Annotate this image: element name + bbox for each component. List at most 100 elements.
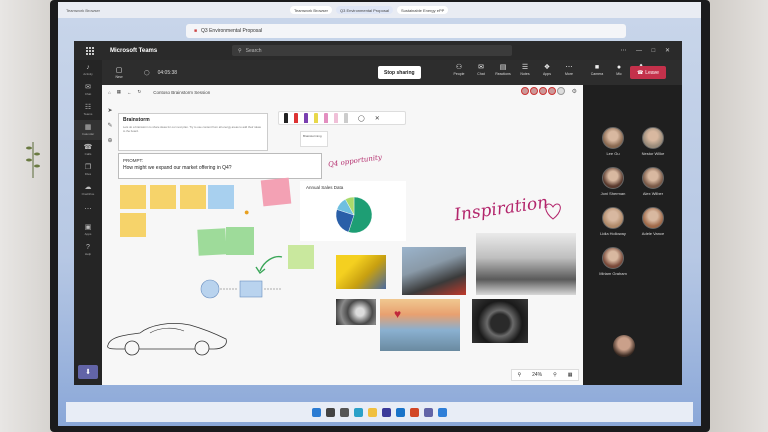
- participant-tile[interactable]: Joni Sherman: [593, 167, 633, 196]
- reactions-button[interactable]: ▤ Reactions: [492, 63, 514, 76]
- rail-item-chat[interactable]: ✉ Chat: [74, 80, 102, 100]
- notes-button[interactable]: ☰ Notes: [514, 63, 536, 76]
- prompt-card[interactable]: PROMPT: How might we expand our market o…: [118, 153, 322, 179]
- chat-button[interactable]: ✉ Chat: [470, 63, 492, 76]
- pen-tray: ◯ ✕: [278, 111, 406, 125]
- powerpoint-icon[interactable]: [410, 407, 419, 417]
- pen-yellow[interactable]: [314, 113, 318, 123]
- download-icon[interactable]: ⬇: [78, 365, 98, 379]
- photo-vintage-car[interactable]: [476, 233, 576, 295]
- camera-button[interactable]: ■ Camera: [586, 63, 608, 76]
- sticky-note[interactable]: [150, 185, 176, 209]
- new-button[interactable]: ▢ New: [108, 66, 130, 79]
- breakout-icon: ▤: [499, 64, 507, 71]
- back-icon[interactable]: ←: [127, 90, 132, 95]
- pen-red[interactable]: [294, 113, 298, 123]
- browser-tab[interactable]: Teamwork Browser: [66, 8, 126, 13]
- taskview-icon[interactable]: [340, 407, 349, 417]
- pen-icon[interactable]: ✎: [107, 122, 112, 129]
- avatar[interactable]: [557, 87, 565, 95]
- start-icon[interactable]: [312, 407, 321, 417]
- lasso-icon[interactable]: ◯: [358, 115, 365, 122]
- settings-icon[interactable]: ⚙: [572, 88, 577, 95]
- eraser[interactable]: [344, 113, 348, 123]
- search-icon[interactable]: [326, 407, 335, 417]
- whiteboard-icon[interactable]: [438, 407, 447, 417]
- mic-button[interactable]: ● Mic: [608, 63, 630, 76]
- photo-engine[interactable]: [402, 247, 466, 295]
- browser-tab[interactable]: Sustainable Energy ePP: [396, 6, 449, 14]
- rail-item-more[interactable]: ⋯: [74, 200, 102, 220]
- explorer-icon[interactable]: [368, 407, 377, 417]
- sticky-note[interactable]: [120, 213, 146, 237]
- pointer-icon[interactable]: ➤: [107, 107, 112, 114]
- grid-icon[interactable]: ▦: [117, 89, 121, 95]
- rail-item-label: Calls: [84, 152, 92, 156]
- pen-lightpink[interactable]: [334, 113, 338, 123]
- self-view-avatar[interactable]: [613, 335, 635, 357]
- zoom-out-icon[interactable]: ⚲: [517, 372, 521, 378]
- pen-pink[interactable]: [324, 113, 328, 123]
- participant-tile[interactable]: Lidia Holloway: [593, 207, 633, 236]
- address-bar[interactable]: ■ Q3 Environmental Proposal: [186, 24, 626, 38]
- stop-sharing-button[interactable]: Stop sharing: [378, 66, 421, 79]
- participant-tile[interactable]: Adele Vance: [633, 207, 673, 236]
- teams-icon[interactable]: [424, 407, 433, 417]
- store-icon[interactable]: [382, 407, 391, 417]
- sticky-note[interactable]: [260, 177, 292, 207]
- sticky-note[interactable]: [180, 185, 206, 209]
- add-icon[interactable]: ⊕: [107, 137, 112, 144]
- avatar[interactable]: [521, 87, 529, 95]
- photo-wheel[interactable]: [336, 299, 376, 325]
- participant-tile[interactable]: Miriam Graham: [593, 247, 633, 276]
- whiteboard-canvas[interactable]: ⌂ ▦ ← ↻ Contoso Brainstorm Session ⚙ ➤ ✎…: [102, 85, 583, 385]
- pen-black[interactable]: [284, 113, 288, 123]
- more-button[interactable]: ⋯ More: [558, 63, 580, 76]
- avatar[interactable]: [539, 87, 547, 95]
- sticky-note[interactable]: [120, 185, 146, 209]
- app-launcher-icon[interactable]: [86, 46, 94, 55]
- participant-tile[interactable]: Nestor Wilke: [633, 127, 673, 156]
- apps-button[interactable]: ❖ Apps: [536, 63, 558, 76]
- rail-item-calendar[interactable]: ▦ Calendar: [74, 120, 102, 140]
- browser-tab[interactable]: Teamwork Browser: [290, 6, 333, 14]
- rail-item-activity[interactable]: ♪ Activity: [74, 60, 102, 80]
- sticky-note[interactable]: [197, 228, 227, 256]
- zoom-in-icon[interactable]: ⚲: [553, 372, 557, 378]
- rail-item-files[interactable]: ❐ Files: [74, 160, 102, 180]
- inspiration-ink: Inspiration: [453, 192, 550, 226]
- files-icon: ❐: [84, 164, 92, 171]
- search-input[interactable]: ⚲ Search: [232, 45, 512, 56]
- avatar[interactable]: [530, 87, 538, 95]
- photo-speedometer[interactable]: [472, 299, 528, 343]
- sticky-note[interactable]: [226, 227, 254, 255]
- brainstorm-body: Lets do a brainstorm to share ideas for …: [123, 125, 261, 133]
- participant-tile[interactable]: Lee Gu: [593, 127, 633, 156]
- help-icon: ?: [86, 244, 90, 251]
- brainstorm-card[interactable]: Brainstorm Lets do a brainstorm to share…: [118, 113, 268, 151]
- sticky-note[interactable]: [288, 245, 314, 269]
- rail-item-onedrive[interactable]: ☁ OneDrive: [74, 180, 102, 200]
- photo-yellow-car[interactable]: [336, 255, 386, 289]
- rail-item-teams[interactable]: ☷ Teams: [74, 100, 102, 120]
- people-button[interactable]: ⚇ People: [448, 63, 470, 76]
- rail-item-help[interactable]: ? Help: [74, 240, 102, 260]
- refresh-icon[interactable]: ↻: [137, 89, 141, 95]
- leave-button[interactable]: ☎ Leave: [630, 66, 666, 79]
- avatar[interactable]: [548, 87, 556, 95]
- rail-item-apps[interactable]: ▣ Apps: [74, 220, 102, 240]
- browser-tab-active[interactable]: Q3 Environmental Proposal: [336, 6, 393, 14]
- close-icon[interactable]: ✕: [375, 115, 380, 122]
- edge-icon[interactable]: [354, 407, 363, 417]
- window-controls[interactable]: ⋯ — □ ✕: [620, 47, 674, 54]
- home-icon[interactable]: ⌂: [108, 90, 111, 95]
- sticky-note[interactable]: [208, 185, 234, 209]
- rail-item-calls[interactable]: ☎ Calls: [74, 140, 102, 160]
- sales-chart-card[interactable]: Annual Sales Data: [300, 181, 406, 241]
- photo-heart-road[interactable]: ♥: [380, 299, 460, 351]
- mail-icon[interactable]: [396, 407, 405, 417]
- search-icon: ⚲: [238, 47, 242, 54]
- pen-purple[interactable]: [304, 113, 308, 123]
- participant-tile[interactable]: Alex Wilber: [633, 167, 673, 196]
- fit-icon[interactable]: ▦: [568, 372, 573, 378]
